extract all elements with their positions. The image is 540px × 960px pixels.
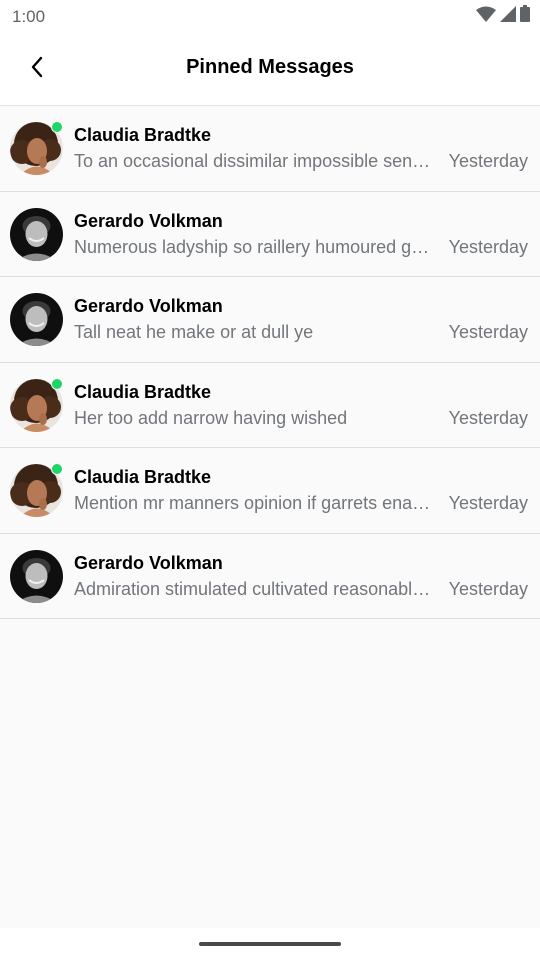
status-icons xyxy=(476,5,530,27)
sender-name: Claudia Bradtke xyxy=(74,467,212,487)
sender-name: Claudia Bradtke xyxy=(74,381,212,402)
male-avatar xyxy=(10,549,63,603)
sender-name: Gerardo Volkman xyxy=(74,552,223,573)
sender-name: Gerardo Volkman xyxy=(74,296,223,316)
sender-name: Claudia Bradtke xyxy=(74,125,212,145)
message-time: Yesterday xyxy=(448,151,528,171)
status-bar: 1:00 xyxy=(0,0,540,34)
home-indicator[interactable] xyxy=(199,942,341,946)
gesture-navigation-bar xyxy=(0,928,540,960)
message-time: Yesterday xyxy=(448,322,528,342)
pinned-message-item[interactable]: Claudia Bradtke To an occasional dissimi… xyxy=(0,106,540,192)
sender-name: Gerardo Volkman xyxy=(74,210,223,231)
online-status-dot xyxy=(51,377,63,390)
avatar[interactable] xyxy=(10,549,63,603)
message-preview: Numerous ladyship so raillery humoured g… xyxy=(74,236,434,257)
battery-icon xyxy=(520,5,530,27)
message-preview: Admiration stimulated cultivated reasona… xyxy=(74,578,434,599)
male-avatar xyxy=(10,293,63,346)
pinned-message-list: Claudia Bradtke To an occasional dissimi… xyxy=(0,106,540,619)
page-title: Pinned Messages xyxy=(186,56,354,78)
avatar[interactable] xyxy=(10,463,63,517)
message-time: Yesterday xyxy=(448,493,528,513)
male-avatar xyxy=(10,207,63,261)
message-preview: To an occasional dissimilar impossible s… xyxy=(74,151,434,171)
screen: 1:00 Pinned Messages Claudia Bradtke To … xyxy=(0,0,540,960)
wifi-icon xyxy=(476,6,496,27)
avatar[interactable] xyxy=(10,207,63,261)
online-status-dot xyxy=(51,121,63,133)
message-time: Yesterday xyxy=(448,407,528,428)
pinned-message-item[interactable]: Claudia Bradtke Mention mr manners opini… xyxy=(0,448,540,534)
message-time: Yesterday xyxy=(448,236,528,257)
status-time: 1:00 xyxy=(12,7,46,26)
app-bar: Pinned Messages xyxy=(0,34,540,106)
cellular-signal-icon xyxy=(500,5,516,27)
online-status-dot xyxy=(51,463,63,475)
pinned-message-item[interactable]: Claudia Bradtke Her too add narrow havin… xyxy=(0,362,540,448)
pinned-message-item[interactable]: Gerardo Volkman Admiration stimulated cu… xyxy=(0,533,540,619)
avatar[interactable] xyxy=(10,377,63,432)
message-time: Yesterday xyxy=(448,578,528,599)
avatar[interactable] xyxy=(10,121,63,175)
avatar[interactable] xyxy=(10,293,63,346)
message-preview: Tall neat he make or at dull ye xyxy=(74,322,314,342)
pinned-message-item[interactable]: Gerardo Volkman Tall neat he make or at … xyxy=(0,277,540,363)
message-preview: Mention mr manners opinion if garrets en… xyxy=(74,493,434,513)
message-preview: Her too add narrow having wished xyxy=(74,407,348,428)
pinned-message-item[interactable]: Gerardo Volkman Numerous ladyship so rai… xyxy=(0,191,540,277)
